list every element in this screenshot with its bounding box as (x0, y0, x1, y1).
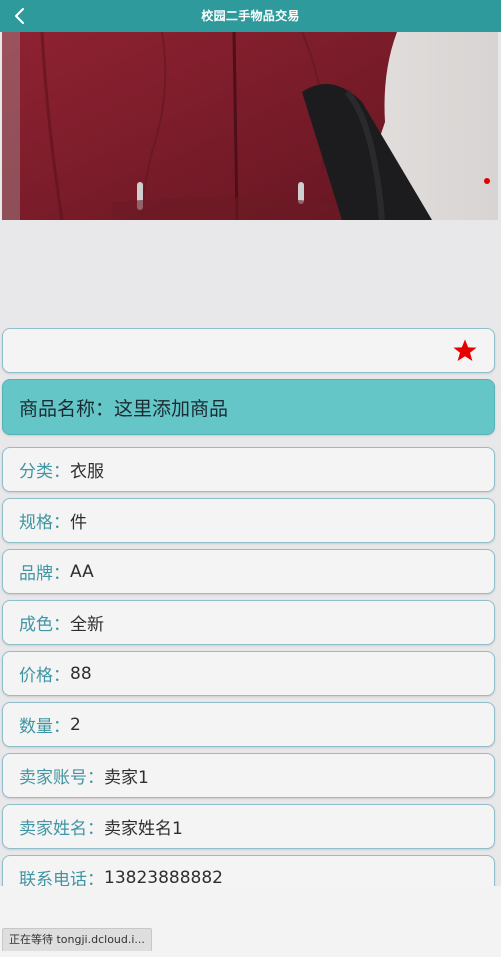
field-label: 数量： (19, 717, 70, 737)
field-value: 件 (70, 513, 87, 533)
field-spec: 规格：件 (2, 498, 495, 543)
product-image-carousel[interactable] (2, 32, 498, 220)
field-label: 分类： (19, 462, 70, 482)
field-seller-name: 卖家姓名： 卖家姓名1 (2, 804, 495, 849)
favorite-button[interactable] (452, 338, 478, 364)
product-name-card: 商品名称： 这里添加商品 (2, 379, 495, 435)
field-quantity: 数量： 2 (2, 702, 495, 747)
field-value: AA (70, 561, 94, 582)
field-label: 成色： (19, 615, 70, 635)
carousel-indicator-dot[interactable] (484, 178, 490, 184)
product-name-value: 这里添加商品 (114, 397, 229, 420)
field-value: 全新 (70, 615, 104, 635)
nav-header: 校园二手物品交易 (0, 0, 501, 32)
product-name-label: 商品名称： (19, 397, 115, 420)
field-value: 卖家姓名1 (104, 819, 183, 839)
image-spacer (0, 220, 501, 324)
field-condition: 成色： 全新 (2, 600, 495, 645)
field-label: 品牌： (19, 564, 70, 584)
field-price: 价格： 88 (2, 651, 495, 696)
star-icon (453, 339, 477, 361)
field-label: 规格： (19, 513, 70, 533)
favorite-bar (2, 328, 495, 373)
field-label: 价格： (19, 666, 70, 686)
field-category: 分类： 衣服 (2, 447, 495, 492)
field-value: 88 (70, 663, 92, 684)
field-value: 卖家1 (104, 768, 149, 788)
page-title: 校园二手物品交易 (201, 9, 300, 23)
field-value: 2 (70, 714, 81, 735)
field-label: 卖家姓名： (19, 819, 104, 839)
field-seller-account: 卖家账号： 卖家1 (2, 753, 495, 798)
browser-status-bar: 正在等待 tongji.dcloud.i... (2, 928, 152, 951)
product-photo (2, 32, 498, 220)
field-label: 卖家账号： (19, 768, 104, 788)
field-value: 衣服 (70, 462, 104, 482)
field-value: 13823888882 (104, 867, 223, 888)
field-brand: 品牌： AA (2, 549, 495, 594)
